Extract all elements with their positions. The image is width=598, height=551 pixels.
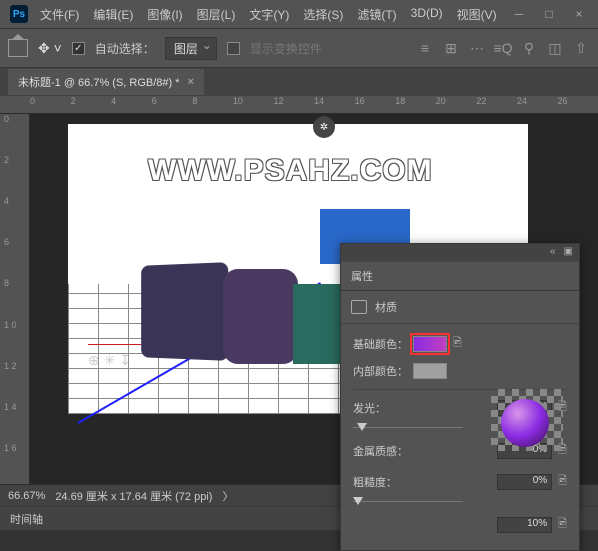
ruler-tick: 8 (0, 278, 29, 319)
menu-select[interactable]: 选择(S) (297, 2, 349, 27)
ruler-tick: 0 (30, 96, 71, 113)
home-icon[interactable] (8, 39, 28, 57)
inner-color-swatch[interactable] (413, 363, 447, 379)
vertical-ruler: 0 2 4 6 8 1 0 1 2 1 4 1 6 (0, 114, 30, 484)
share-icon[interactable]: ⇧ (572, 39, 590, 57)
ruler-tick: 16 (355, 96, 396, 113)
options-bar: ✥ ˅ ✓ 自动选择： 图层 ✓ 显示变换控件 ≡ ⊞ ⋯ ≡Q ⚲ ◫ ⇧ (0, 28, 598, 68)
menu-edit[interactable]: 编辑(E) (87, 2, 139, 27)
ruler-tick: 22 (476, 96, 517, 113)
glow-label: 发光： (353, 400, 423, 416)
titlebar: Ps 文件(F) 编辑(E) 图像(I) 图层(L) 文字(Y) 选择(S) 滤… (0, 0, 598, 28)
search-icon[interactable]: ⚲ (520, 39, 538, 57)
texture-link-icon[interactable]: 🖻 (558, 472, 567, 491)
menu-3d[interactable]: 3D(D) (405, 2, 449, 27)
ruler-tick: 4 (111, 96, 152, 113)
roughness-label: 粗糙度： (353, 474, 423, 490)
panel-collapse-icon[interactable]: « (550, 246, 556, 260)
3d-widget-icon[interactable]: ⊕ ✳ ↧ (88, 352, 131, 369)
ruler-tick: 6 (0, 237, 29, 278)
panel-subtitle: 材质 (341, 291, 579, 324)
minimize-button[interactable]: ─ (504, 3, 534, 25)
ruler-tick: 24 (517, 96, 558, 113)
document-tab[interactable]: 未标题-1 @ 66.7% (S, RGB/8#) * × (8, 69, 204, 95)
ruler-tick: 8 (192, 96, 233, 113)
3d-letter-shape[interactable] (141, 262, 228, 361)
ruler-tick: 1 0 (0, 320, 29, 361)
ruler-tick: 20 (436, 96, 477, 113)
document-tabs: 未标题-1 @ 66.7% (S, RGB/8#) * × (0, 68, 598, 96)
status-chevron-icon[interactable]: 〉 (222, 488, 233, 504)
align-icon[interactable]: ≡ (416, 39, 434, 57)
menu-type[interactable]: 文字(Y) (243, 2, 295, 27)
properties-panel: « ▣ 属性 材质 基础颜色： 🖻 内部颜色： 发光： 3% 🖻 金属质感： 0 (340, 243, 580, 551)
ruler-tick: 2 (0, 155, 29, 196)
panel-subtitle-label: 材质 (375, 299, 397, 315)
horizontal-ruler: 0 2 4 6 8 10 12 14 16 18 20 22 24 26 (0, 96, 598, 114)
watermark-text: WWW.PSAHZ.COM (148, 154, 433, 188)
timeline-label: 时间轴 (10, 514, 43, 526)
extra-value-input[interactable]: 10% (497, 517, 552, 533)
base-color-label: 基础颜色： (353, 336, 413, 352)
ruler-tick: 0 (0, 114, 29, 155)
roughness-value-input[interactable]: 0% (497, 474, 552, 490)
menu-filter[interactable]: 滤镜(T) (351, 2, 402, 27)
ruler-tick: 1 2 (0, 361, 29, 402)
screen-mode-icon[interactable]: ◫ (546, 39, 564, 57)
ruler-tick: 4 (0, 196, 29, 237)
glow-slider[interactable] (353, 423, 463, 433)
show-transform-label: 显示变换控件 (250, 40, 322, 57)
menu-view[interactable]: 视图(V) (451, 2, 503, 27)
auto-select-dropdown[interactable]: 图层 (165, 37, 217, 60)
ruler-tick: 6 (152, 96, 193, 113)
ruler-tick: 18 (395, 96, 436, 113)
material-preview-sphere[interactable] (501, 399, 549, 447)
tab-title: 未标题-1 @ 66.7% (S, RGB/8#) * (18, 74, 180, 90)
mode-3d-icon[interactable]: ≡Q (494, 39, 512, 57)
material-icon (351, 300, 367, 314)
document-dimensions: 24.69 厘米 x 17.64 厘米 (72 ppi) (55, 488, 212, 504)
loading-indicator-icon: ✲ (313, 116, 335, 138)
app-logo: Ps (10, 5, 28, 23)
maximize-button[interactable]: □ (534, 3, 564, 25)
slider-thumb-icon[interactable] (357, 423, 367, 431)
close-button[interactable]: × (564, 3, 594, 25)
panel-body: 基础颜色： 🖻 内部颜色： 发光： 3% 🖻 金属质感： 0% 🖻 粗糙度： 0… (341, 324, 579, 550)
auto-select-label: 自动选择： (95, 40, 155, 57)
ruler-tick: 1 4 (0, 402, 29, 443)
ruler-tick: 14 (314, 96, 355, 113)
ruler-tick: 1 6 (0, 443, 29, 484)
inner-color-label: 内部颜色： (353, 363, 413, 379)
more-icon[interactable]: ⋯ (468, 39, 486, 57)
show-transform-checkbox[interactable]: ✓ (227, 42, 240, 55)
ruler-tick: 2 (71, 96, 112, 113)
window-controls: ─ □ × (504, 3, 594, 25)
slider-thumb-icon[interactable] (353, 497, 363, 505)
roughness-slider[interactable] (353, 497, 463, 507)
menu-layer[interactable]: 图层(L) (191, 2, 242, 27)
metal-label: 金属质感： (353, 443, 423, 459)
texture-link-icon[interactable]: 🖻 (558, 515, 567, 534)
distribute-icon[interactable]: ⊞ (442, 39, 460, 57)
panel-tab-properties[interactable]: 属性 (341, 262, 579, 291)
3d-letter-shape[interactable] (293, 284, 343, 364)
menu-file[interactable]: 文件(F) (34, 2, 85, 27)
panel-close-icon[interactable]: ▣ (564, 246, 573, 260)
3d-letter-shape[interactable] (223, 269, 298, 364)
panel-header: « ▣ (341, 244, 579, 262)
ruler-tick: 26 (558, 96, 598, 113)
menu-image[interactable]: 图像(I) (141, 2, 188, 27)
move-tool-icon[interactable]: ✥ ˅ (38, 40, 62, 57)
texture-link-icon[interactable]: 🖻 (453, 334, 462, 353)
main-menu: 文件(F) 编辑(E) 图像(I) 图层(L) 文字(Y) 选择(S) 滤镜(T… (34, 2, 504, 27)
ruler-tick: 12 (273, 96, 314, 113)
tab-close-icon[interactable]: × (188, 76, 194, 88)
zoom-level[interactable]: 66.67% (8, 490, 45, 502)
ruler-tick: 10 (233, 96, 274, 113)
base-color-swatch[interactable] (413, 336, 447, 352)
auto-select-checkbox[interactable]: ✓ (72, 42, 85, 55)
